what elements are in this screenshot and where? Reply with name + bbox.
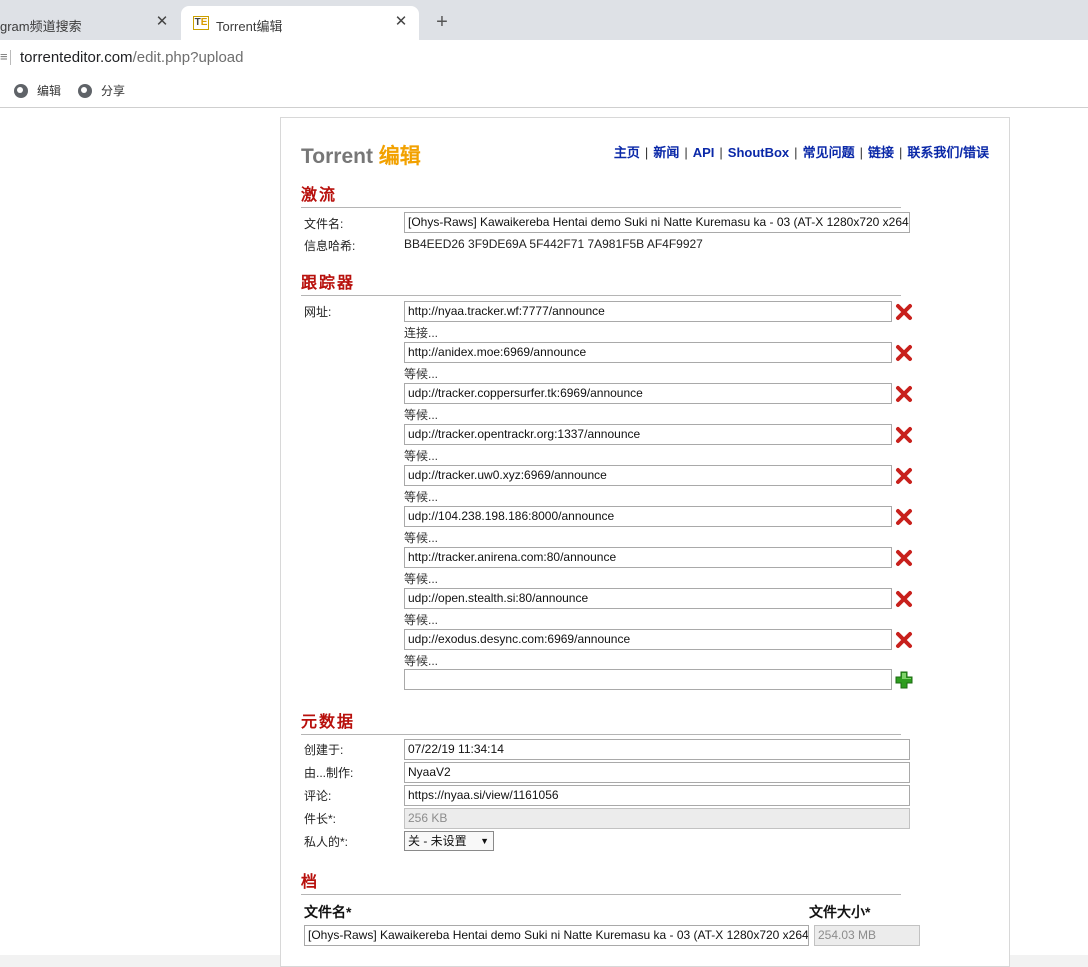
torrent-name-field[interactable]: [Ohys-Raws] Kawaikereba Hentai demo Suki…	[404, 212, 910, 233]
globe-icon	[78, 83, 92, 98]
tab-telegram-search[interactable]: gram频道搜索 ✕	[0, 6, 180, 40]
filename-label: 文件名:	[304, 217, 344, 231]
close-icon[interactable]: ✕	[154, 14, 170, 30]
tracker-url-input[interactable]: udp://exodus.desync.com:6969/announce	[404, 629, 892, 650]
globe-icon	[14, 83, 28, 98]
torrent-editor-favicon-icon: TE	[193, 16, 209, 30]
tracker-url-label: 网址:	[304, 305, 332, 319]
brand-main: Torrent	[301, 145, 373, 168]
nav-shoutbox[interactable]: ShoutBox	[728, 145, 789, 160]
file-size-field: 254.03 MB	[814, 925, 920, 946]
file-name-field[interactable]: [Ohys-Raws] Kawaikereba Hentai demo Suki…	[304, 925, 809, 946]
section-trackers-heading: 跟踪器	[301, 269, 901, 296]
tracker-status: 等候...	[404, 572, 439, 586]
private-selected-value: 关 - 未设置	[408, 834, 467, 848]
file-name-column-header: 文件名*	[304, 904, 352, 920]
bookmark-share[interactable]: 分享	[78, 82, 125, 99]
site-logo[interactable]: Torrent 编辑	[301, 140, 421, 170]
url-path: /edit.php?upload	[132, 49, 244, 66]
nav-faq[interactable]: 常见问题	[803, 145, 855, 160]
section-metadata-heading: 元数据	[301, 708, 901, 735]
tracker-status: 等候...	[404, 449, 439, 463]
tab-title: Torrent编辑	[216, 19, 283, 34]
editor-panel: Torrent 编辑 主页 | 新闻 | API | ShoutBox | 常见问题 | 链接 | 联系…	[280, 117, 1010, 967]
private-label: 私人的*:	[304, 835, 349, 849]
delete-tracker-icon[interactable]	[895, 467, 913, 485]
tracker-url-input[interactable]: http://anidex.moe:6969/announce	[404, 342, 892, 363]
section-stream-heading: 激流	[301, 181, 901, 208]
tab-bar: gram频道搜索 ✕ TE Torrent编辑 ✕ +	[0, 0, 1088, 40]
tab-title: gram频道搜索	[0, 19, 82, 34]
info-hash-value: BB4EED26 3F9DE69A 5F442F71 7A981F5B AF4F…	[404, 237, 703, 251]
delete-tracker-icon[interactable]	[895, 344, 913, 362]
nav-contact[interactable]: 联系我们/错误	[907, 145, 989, 160]
tracker-status: 等候...	[404, 654, 439, 668]
created-label: 创建于:	[304, 743, 344, 757]
tab-torrent-editor[interactable]: TE Torrent编辑 ✕	[181, 6, 419, 40]
delete-tracker-icon[interactable]	[895, 631, 913, 649]
nav-home[interactable]: 主页	[614, 145, 640, 160]
tracker-status: 等候...	[404, 490, 439, 504]
divider	[10, 50, 11, 65]
bookmarks-bar: 编辑 分享	[0, 74, 1088, 108]
delete-tracker-icon[interactable]	[895, 426, 913, 444]
piece-length-field: 256 KB	[404, 808, 910, 829]
tracker-status: 等候...	[404, 367, 439, 381]
close-icon[interactable]: ✕	[393, 14, 409, 30]
nav-news[interactable]: 新闻	[653, 145, 679, 160]
created-by-label: 由...制作:	[304, 766, 354, 780]
tracker-status: 等候...	[404, 531, 439, 545]
created-by-field[interactable]: NyaaV2	[404, 762, 910, 783]
delete-tracker-icon[interactable]	[895, 303, 913, 321]
delete-tracker-icon[interactable]	[895, 549, 913, 567]
bookmark-edit[interactable]: 编辑	[14, 82, 61, 99]
site-info-icon[interactable]: ≡	[0, 49, 8, 64]
new-tracker-input[interactable]	[404, 669, 892, 690]
bookmark-label: 编辑	[37, 84, 62, 98]
creation-date-field[interactable]: 07/22/19 11:34:14	[404, 739, 910, 760]
tracker-url-input[interactable]: udp://104.238.198.186:8000/announce	[404, 506, 892, 527]
file-size-column-header: 文件大小*	[809, 904, 871, 920]
url-domain: torrenteditor.com	[20, 49, 133, 66]
nav-api[interactable]: API	[693, 145, 715, 160]
dropdown-arrow-icon: ▼	[480, 836, 489, 846]
delete-tracker-icon[interactable]	[895, 590, 913, 608]
brand-accent: 编辑	[378, 145, 421, 168]
tracker-url-input[interactable]: udp://open.stealth.si:80/announce	[404, 588, 892, 609]
info-hash-label: 信息哈希:	[304, 239, 356, 253]
url-text[interactable]: torrenteditor.com/edit.php?upload	[20, 49, 244, 66]
piece-length-label: 件长*:	[304, 812, 337, 826]
tracker-status: 连接...	[404, 326, 439, 340]
tracker-url-input[interactable]: http://nyaa.tracker.wf:7777/announce	[404, 301, 892, 322]
tracker-status: 等候...	[404, 408, 439, 422]
tracker-status: 等候...	[404, 613, 439, 627]
address-bar[interactable]: ≡ torrenteditor.com/edit.php?upload	[0, 40, 1088, 74]
tracker-url-input[interactable]: udp://tracker.uw0.xyz:6969/announce	[404, 465, 892, 486]
section-files-heading: 档	[301, 868, 901, 895]
new-tab-button[interactable]: +	[432, 12, 452, 32]
add-tracker-icon[interactable]	[895, 671, 913, 689]
bookmark-label: 分享	[101, 84, 126, 98]
delete-tracker-icon[interactable]	[895, 508, 913, 526]
delete-tracker-icon[interactable]	[895, 385, 913, 403]
page-content: Torrent 编辑 主页 | 新闻 | API | ShoutBox | 常见问题 | 链接 | 联系…	[0, 108, 1088, 967]
comment-label: 评论:	[304, 789, 332, 803]
private-select[interactable]: 关 - 未设置 ▼	[404, 831, 494, 851]
tracker-url-input[interactable]: udp://tracker.coppersurfer.tk:6969/annou…	[404, 383, 892, 404]
tracker-url-input[interactable]: udp://tracker.opentrackr.org:1337/announ…	[404, 424, 892, 445]
tracker-url-input[interactable]: http://tracker.anirena.com:80/announce	[404, 547, 892, 568]
comment-field[interactable]: https://nyaa.si/view/1161056	[404, 785, 910, 806]
nav-links[interactable]: 链接	[868, 145, 894, 160]
top-nav: 主页 | 新闻 | API | ShoutBox | 常见问题 | 链接 | 联系我们/错误	[613, 145, 989, 160]
